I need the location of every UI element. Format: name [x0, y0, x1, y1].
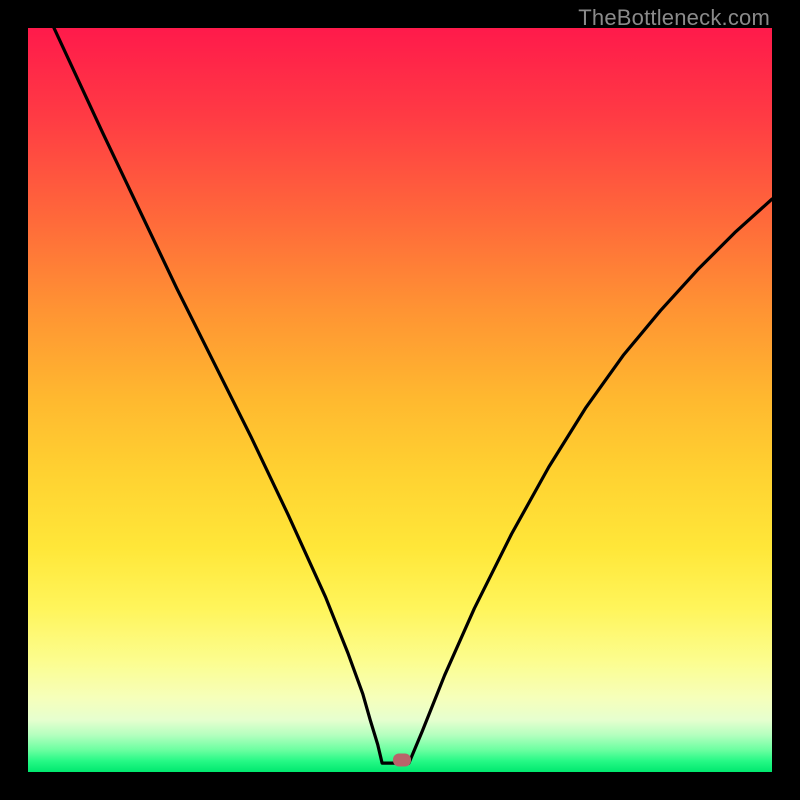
- bottleneck-curve: [28, 28, 772, 772]
- chart-frame: TheBottleneck.com: [0, 0, 800, 800]
- optimal-marker: [393, 754, 411, 767]
- plot-area: [28, 28, 772, 772]
- curve-path: [54, 28, 772, 763]
